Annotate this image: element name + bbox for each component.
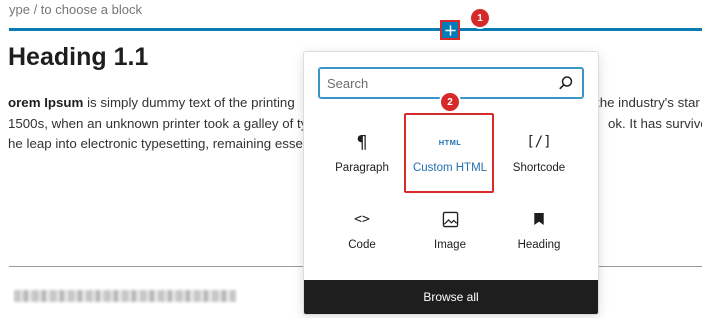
paragraph-line-2-left: 1500s, when an unknown printer took a ga… <box>8 115 308 131</box>
block-inserter-popover: ¶ Paragraph HTML Custom HTML [/] Shortco… <box>303 51 599 315</box>
blurred-text <box>14 290 236 302</box>
plus-icon <box>444 24 456 36</box>
code-icon: <> <box>354 211 370 227</box>
custom-html-highlight <box>404 113 494 193</box>
paragraph-line-1-right: the industry's star <box>596 95 700 110</box>
step-1-badge: 1 <box>471 9 489 27</box>
block-heading[interactable]: Heading <box>494 195 584 259</box>
paragraph-line-2-right: ok. It has survived <box>608 115 702 131</box>
block-image[interactable]: Image <box>405 195 495 259</box>
block-shortcode[interactable]: [/] Shortcode <box>494 118 584 182</box>
block-shortcode-label: Shortcode <box>512 162 566 174</box>
browse-all-button[interactable]: Browse all <box>304 280 598 314</box>
shortcode-icon: [/] <box>526 134 552 150</box>
block-paragraph-label: Paragraph <box>335 162 389 174</box>
bookmark-icon <box>534 213 544 225</box>
block-placeholder[interactable]: ype / to choose a block <box>9 2 142 17</box>
block-heading-label: Heading <box>517 239 561 251</box>
block-image-label: Image <box>434 239 466 251</box>
search-icon <box>559 76 573 90</box>
selected-block-indicator <box>9 28 702 31</box>
heading-block[interactable]: Heading 1.1 <box>8 43 148 72</box>
search-input[interactable] <box>327 68 547 98</box>
paragraph-line-3-left: he leap into electronic typesetting, rem… <box>8 136 303 151</box>
add-block-button[interactable] <box>440 20 460 40</box>
block-code[interactable]: <> Code <box>317 195 407 259</box>
paragraph-icon: ¶ <box>356 131 368 153</box>
paragraph-line-1-left: is simply dummy text of the printing <box>83 95 295 110</box>
image-icon <box>442 211 458 227</box>
block-paragraph[interactable]: ¶ Paragraph <box>317 118 407 182</box>
step-2-badge: 2 <box>441 93 459 111</box>
bold-text: orem Ipsum <box>8 95 84 110</box>
block-code-label: Code <box>348 239 376 251</box>
